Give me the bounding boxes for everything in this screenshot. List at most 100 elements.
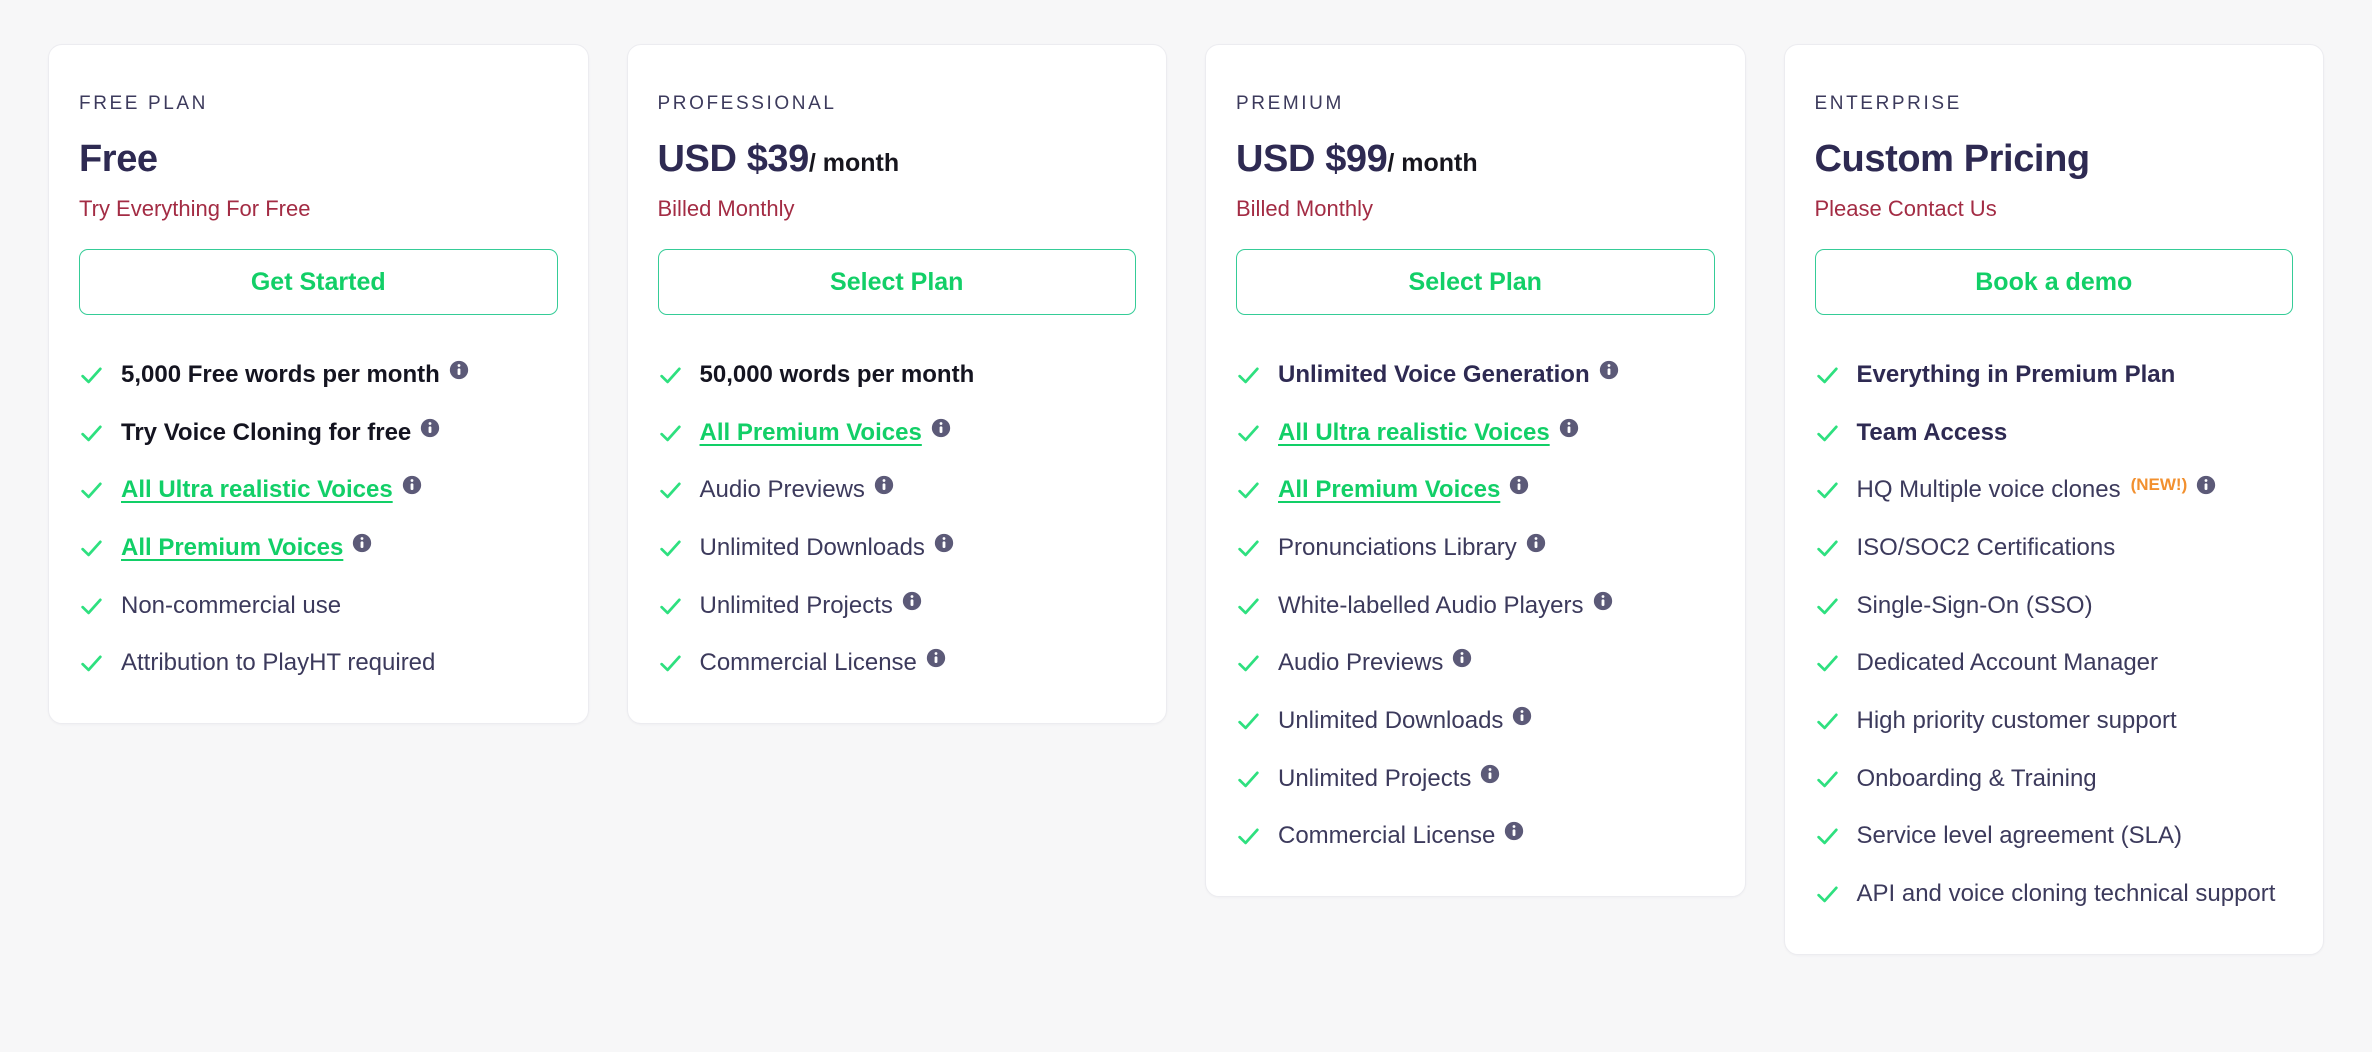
feature-row: HQ Multiple voice clones (NEW!) xyxy=(1815,474,2294,506)
feature-row: Unlimited Voice Generation xyxy=(1236,359,1715,391)
info-icon[interactable] xyxy=(352,533,372,553)
feature-label: HQ Multiple voice clones xyxy=(1856,476,2121,504)
check-icon xyxy=(1238,540,1259,557)
feature-label: White-labelled Audio Players xyxy=(1278,591,1584,619)
feature-text-wrap: White-labelled Audio Players xyxy=(1278,590,1613,622)
feature-text-wrap: Audio Previews xyxy=(1278,647,1472,679)
feature-label: Unlimited Projects xyxy=(699,591,893,619)
feature-text-wrap: Try Voice Cloning for free xyxy=(121,417,440,449)
info-icon[interactable] xyxy=(1509,475,1529,495)
plan-price-amount: Custom Pricing xyxy=(1814,137,2091,180)
plan-subtitle: Try Everything For Free xyxy=(79,196,311,222)
feature-row: Attribution to PlayHT required xyxy=(79,647,558,679)
feature-row: Pronunciations Library xyxy=(1236,532,1715,564)
feature-row: Everything in Premium Plan xyxy=(1815,359,2294,391)
info-icon[interactable] xyxy=(1480,764,1500,784)
plan-cta-button[interactable]: Select Plan xyxy=(1236,248,1715,315)
check-icon xyxy=(1816,425,1838,441)
check-icon xyxy=(659,540,681,557)
feature-text-wrap: Commercial License xyxy=(700,647,946,679)
feature-label: ISO/SOC2 Certifications xyxy=(1856,534,2116,561)
plan-cta-button[interactable]: Book a demo xyxy=(1814,248,2293,315)
check-icon xyxy=(1816,771,1838,787)
feature-link[interactable]: All Ultra realistic Voices xyxy=(121,476,393,503)
plan-eyebrow: ENTERPRISE xyxy=(1814,93,1962,114)
info-icon[interactable] xyxy=(420,418,440,438)
feature-text-wrap: High priority customer support xyxy=(1857,705,2177,737)
check-icon xyxy=(1816,828,1838,845)
info-icon[interactable] xyxy=(902,591,922,611)
plan-eyebrow: PREMIUM xyxy=(1236,93,1344,114)
info-icon[interactable] xyxy=(931,418,951,438)
feature-label: Commercial License xyxy=(699,649,917,677)
feature-label: API and voice cloning technical support xyxy=(1856,880,2276,908)
feature-list: 50,000 words per month All Premium Voices… xyxy=(658,359,1137,679)
plan-cta-button[interactable]: Get Started xyxy=(79,248,558,315)
plan-card: PROFESSIONAL USD $39/ month Billed Monthly… xyxy=(626,44,1167,725)
plan-eyebrow: FREE PLAN xyxy=(79,93,208,114)
feature-row: Onboarding & Training xyxy=(1815,763,2294,795)
plan-price-amount: Free xyxy=(79,137,158,180)
check-icon xyxy=(1238,425,1259,441)
info-icon[interactable] xyxy=(1526,533,1546,553)
check-icon xyxy=(81,367,102,384)
info-icon[interactable] xyxy=(449,360,469,380)
plan-subtitle: Billed Monthly xyxy=(657,196,795,222)
feature-row: 5,000 Free words per month xyxy=(79,359,558,391)
feature-text-wrap: All Premium Voices xyxy=(121,532,372,564)
feature-text-wrap: Unlimited Downloads xyxy=(700,532,954,564)
info-icon[interactable] xyxy=(874,475,894,495)
feature-row: All Premium Voices xyxy=(658,417,1137,449)
feature-label: Attribution to PlayHT required xyxy=(121,649,436,677)
feature-text-wrap: All Premium Voices xyxy=(700,417,951,449)
info-icon[interactable] xyxy=(1504,821,1524,841)
check-icon xyxy=(1238,367,1259,384)
info-icon[interactable] xyxy=(1559,418,1579,438)
feature-row: 50,000 words per month xyxy=(658,359,1137,391)
plan-price: Custom Pricing xyxy=(1815,138,2294,182)
info-icon[interactable] xyxy=(1599,360,1619,380)
check-icon xyxy=(659,425,681,441)
pricing-plans-grid: FREE PLAN Free Try Everything For Free Get … xyxy=(0,0,2372,955)
check-icon xyxy=(81,655,102,672)
info-icon[interactable] xyxy=(934,533,954,553)
plan-price-amount: USD $39 xyxy=(657,137,810,180)
info-icon[interactable] xyxy=(926,648,946,668)
feature-text-wrap: API and voice cloning technical support xyxy=(1857,878,2276,910)
feature-label: Unlimited Downloads xyxy=(1278,707,1504,735)
feature-text-wrap: 5,000 Free words per month xyxy=(121,359,469,391)
feature-label: Single-Sign-On (SSO) xyxy=(1856,591,2093,619)
check-icon xyxy=(1238,482,1259,499)
feature-text-wrap: All Ultra realistic Voices xyxy=(1278,417,1579,449)
feature-row: Unlimited Projects xyxy=(1236,763,1715,795)
feature-row: Team Access xyxy=(1815,417,2294,449)
feature-text-wrap: Non-commercial use xyxy=(121,590,341,622)
feature-label: High priority customer support xyxy=(1856,707,2177,735)
feature-label: Non-commercial use xyxy=(121,591,342,619)
feature-row: Unlimited Downloads xyxy=(658,532,1137,564)
feature-text-wrap: Everything in Premium Plan xyxy=(1857,359,2176,391)
feature-link[interactable]: All Premium Voices xyxy=(700,419,922,446)
feature-link[interactable]: All Premium Voices xyxy=(121,534,343,561)
feature-link[interactable]: All Premium Voices xyxy=(1278,476,1500,503)
check-icon xyxy=(1238,655,1259,672)
info-icon[interactable] xyxy=(402,475,422,495)
info-icon[interactable] xyxy=(1512,706,1532,726)
feature-text-wrap: 50,000 words per month xyxy=(700,359,975,391)
plan-price-period: / month xyxy=(1387,148,1478,177)
feature-text-wrap: Audio Previews xyxy=(700,474,894,506)
feature-text-wrap: Attribution to PlayHT required xyxy=(121,647,435,679)
info-icon[interactable] xyxy=(2196,475,2216,495)
feature-row: Service level agreement (SLA) xyxy=(1815,820,2294,852)
check-icon xyxy=(1816,540,1838,557)
plan-price-period: / month xyxy=(808,148,900,177)
plan-cta-button[interactable]: Select Plan xyxy=(657,248,1136,315)
info-icon[interactable] xyxy=(1593,591,1613,611)
feature-text-wrap: All Premium Voices xyxy=(1278,474,1529,506)
feature-label: 50,000 words per month xyxy=(699,360,975,388)
info-icon[interactable] xyxy=(1452,648,1472,668)
feature-row: White-labelled Audio Players xyxy=(1236,590,1715,622)
feature-link[interactable]: All Ultra realistic Voices xyxy=(1278,419,1550,446)
feature-label: Service level agreement (SLA) xyxy=(1856,822,2182,850)
plan-card: ENTERPRISE Custom Pricing Please Contact U… xyxy=(1783,44,2324,955)
